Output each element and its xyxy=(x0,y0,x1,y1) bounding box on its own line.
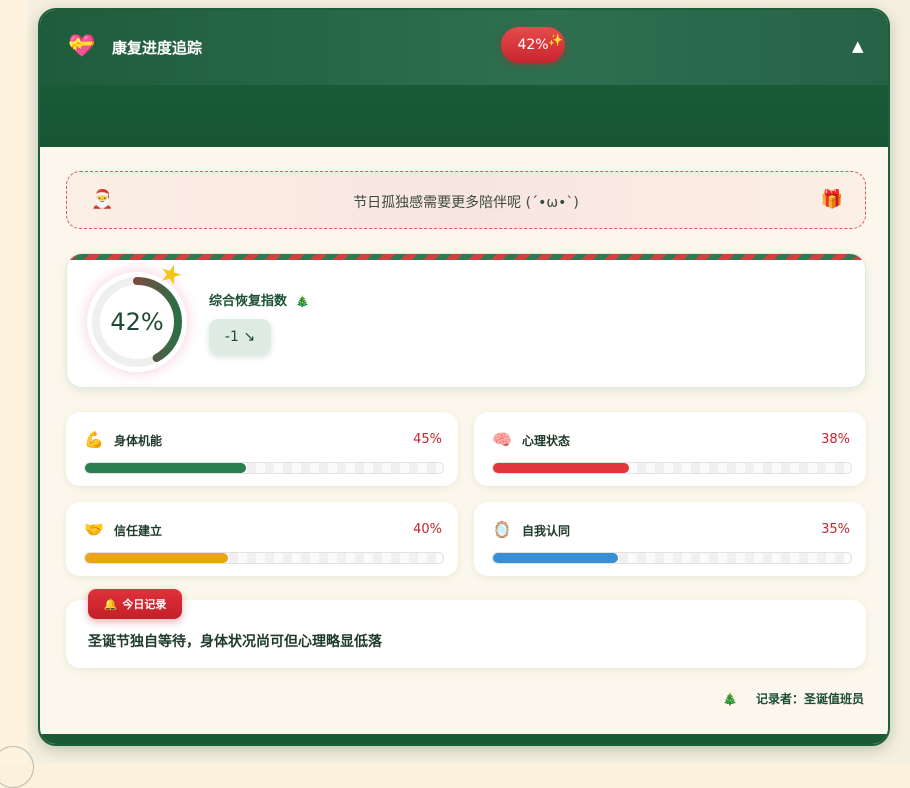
metric-progress-track xyxy=(492,462,852,474)
tree-icon: 🎄 xyxy=(722,692,738,706)
metric-progress-fill xyxy=(85,463,247,473)
metric-progress-track xyxy=(84,552,444,564)
metric-label: 身体机能 xyxy=(114,434,163,448)
muscle-icon: 💪 xyxy=(84,430,104,449)
score-label-text: 综合恢复指数 xyxy=(209,294,288,309)
sparkle-icon: ✨ xyxy=(548,33,563,47)
daily-log-tag-label: 今日记录 xyxy=(122,598,167,611)
corner-circle-icon[interactable] xyxy=(0,746,34,788)
heart-ribbon-icon: 💝 xyxy=(68,34,96,59)
metric-label: 自我认同 xyxy=(522,524,571,538)
recovery-card: 💝 康复进度追踪 42% ✨ ▲ ❄ 🎅 节日孤独感需要更多陪伴呢 (´•ω•`… xyxy=(38,8,890,746)
collapse-toggle-icon[interactable]: ▲ xyxy=(852,37,864,55)
metric-card-trust: 🤝 信任建立 40% xyxy=(66,502,458,576)
metric-value: 40% xyxy=(413,522,442,537)
card-header[interactable]: 💝 康复进度追踪 42% ✨ ▲ xyxy=(40,10,888,86)
notice-text: 节日孤独感需要更多陪伴呢 (´•ω•`) xyxy=(353,195,579,211)
metric-progress-track xyxy=(84,462,444,474)
handshake-icon: 🤝 xyxy=(84,520,104,539)
daily-log-tag: 🔔 今日记录 xyxy=(88,589,182,619)
metric-value: 38% xyxy=(821,432,850,447)
header-band: ❄ xyxy=(40,85,888,227)
overall-score-card: 42% ★ 综合恢复指数 🎄 -1 ↘ xyxy=(66,253,866,388)
bell-icon: 🔔 xyxy=(103,597,118,611)
notice-banner: 🎅 节日孤独感需要更多陪伴呢 (´•ω•`) 🎁 xyxy=(66,171,866,229)
metric-value: 45% xyxy=(413,432,442,447)
score-delta-badge: -1 ↘ xyxy=(209,319,271,355)
header-title: 康复进度追踪 xyxy=(112,39,203,57)
metric-progress-fill xyxy=(493,553,619,563)
left-strip xyxy=(0,0,28,763)
metric-progress-fill xyxy=(85,553,229,563)
score-label: 综合恢复指数 🎄 xyxy=(209,290,309,309)
gift-icon: 🎁 xyxy=(820,189,843,210)
metric-progress-fill xyxy=(493,463,630,473)
metric-label: 心理状态 xyxy=(522,434,571,448)
metric-card-identity: 🪞 自我认同 35% xyxy=(474,502,866,576)
brain-icon: 🧠 xyxy=(492,430,512,449)
metric-card-mental: 🧠 心理状态 38% xyxy=(474,412,866,486)
metric-progress-track xyxy=(492,552,852,564)
metric-value: 35% xyxy=(821,522,850,537)
candy-stripe xyxy=(67,254,865,260)
daily-log-text: 圣诞节独自等待，身体状况尚可但心理略显低落 xyxy=(88,634,382,650)
daily-log-card: 圣诞节独自等待，身体状况尚可但心理略显低落 xyxy=(66,600,866,668)
recorder-info: 🎄 记录者：圣诞值班员 xyxy=(723,690,864,707)
metric-card-physical: 💪 身体机能 45% xyxy=(66,412,458,486)
mirror-icon: 🪞 xyxy=(492,520,512,539)
tree-icon: 🎄 xyxy=(295,295,310,308)
recorder-text: 记录者：圣诞值班员 xyxy=(755,692,864,706)
bottom-bar xyxy=(40,734,888,744)
metric-label: 信任建立 xyxy=(114,524,163,538)
